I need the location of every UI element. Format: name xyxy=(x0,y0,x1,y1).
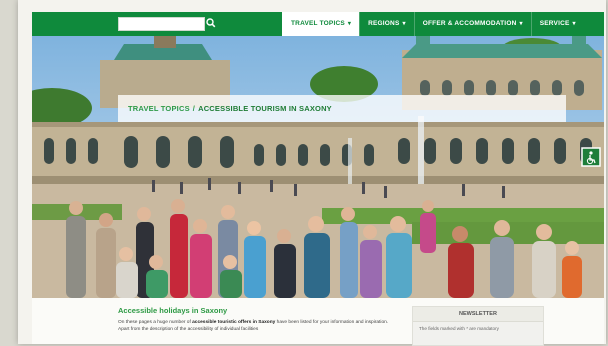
nav-item-label: SERVICE xyxy=(539,20,570,27)
top-navigation-bar: TRAVEL TOPICS ▾ REGIONS ▾ OFFER & ACCOMMOD… xyxy=(32,12,604,36)
chevron-down-icon: ▾ xyxy=(402,21,406,27)
search-input[interactable] xyxy=(118,17,205,31)
newsletter-mandatory-note: The fields marked with * are mandatory xyxy=(419,326,499,331)
breadcrumb-link-travel-topics[interactable]: TRAVEL TOPICS xyxy=(128,104,190,113)
search-icon[interactable] xyxy=(204,16,218,30)
chevron-down-icon: ▾ xyxy=(519,21,523,27)
article-intro-link[interactable]: accessible touristic offers in Saxony xyxy=(192,320,275,325)
breadcrumb: TRAVEL TOPICS / ACCESSIBLE TOURISM IN SAXO… xyxy=(128,104,332,113)
breadcrumb-current: ACCESSIBLE TOURISM IN SAXONY xyxy=(198,104,332,113)
breadcrumb-separator: / xyxy=(192,104,196,113)
nav-item-label: REGIONS xyxy=(368,20,400,27)
nav-item-label: TRAVEL TOPICS xyxy=(291,20,345,27)
nav-item-label: OFFER & ACCOMMODATION xyxy=(422,20,517,27)
article-intro: On these pages a huge number of accessib… xyxy=(118,320,398,333)
newsletter-box: NEWSLETTER The fields marked with * are … xyxy=(412,306,544,346)
website-frame: TRAVEL TOPICS ▾ REGIONS ▾ OFFER & ACCOMMOD… xyxy=(18,0,606,346)
nav-item-travel-topics[interactable]: TRAVEL TOPICS ▾ xyxy=(282,12,360,36)
main-navigation: TRAVEL TOPICS ▾ REGIONS ▾ OFFER & ACCOMMOD… xyxy=(282,12,584,36)
nav-item-offer-accommodation[interactable]: OFFER & ACCOMMODATION ▾ xyxy=(413,12,531,36)
article-title: Accessible holidays in Saxony xyxy=(118,306,228,315)
nav-item-regions[interactable]: REGIONS ▾ xyxy=(359,12,414,36)
breadcrumb-banner: TRAVEL TOPICS / ACCESSIBLE TOURISM IN SAXO… xyxy=(118,95,566,122)
hero-image: TRAVEL TOPICS / ACCESSIBLE TOURISM IN SAXO… xyxy=(32,36,604,298)
article-intro-start: On these pages a huge number of xyxy=(118,320,193,325)
chevron-down-icon: ▾ xyxy=(572,21,576,27)
nav-item-service[interactable]: SERVICE ▾ xyxy=(530,12,584,36)
wheelchair-icon xyxy=(581,147,601,167)
chevron-down-icon: ▾ xyxy=(347,21,352,27)
content-area: Accessible holidays in Saxony On these p… xyxy=(32,298,604,346)
newsletter-title: NEWSLETTER xyxy=(413,307,543,322)
